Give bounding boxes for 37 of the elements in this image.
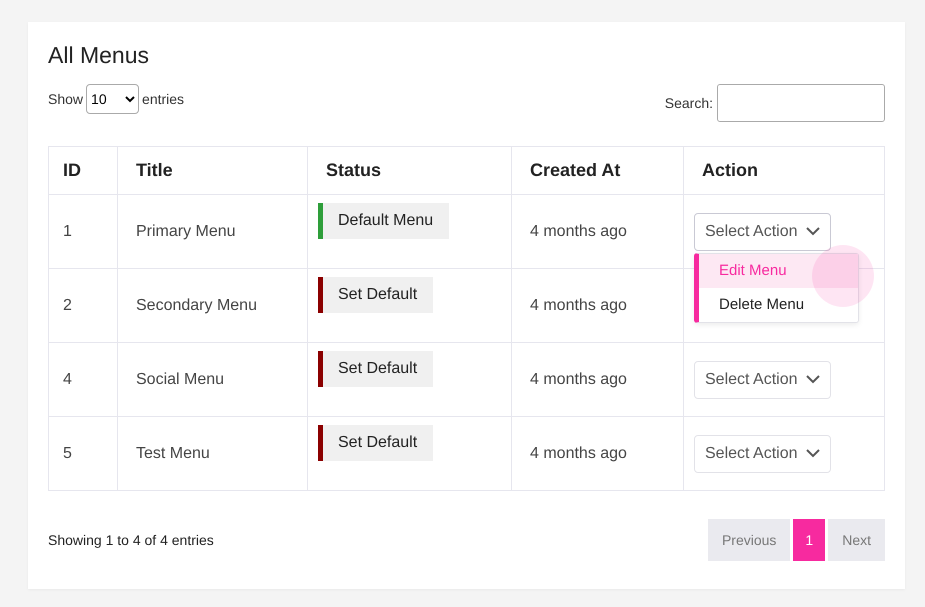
table-cell: 4 months ago bbox=[512, 416, 684, 490]
status-button[interactable]: Set Default bbox=[318, 425, 434, 461]
column-header: ID bbox=[48, 146, 118, 194]
status-button[interactable]: Set Default bbox=[318, 351, 434, 387]
table-cell: 4 months ago bbox=[512, 268, 684, 342]
entries-label: entries bbox=[142, 91, 184, 107]
entries-info: Showing 1 to 4 of 4 entries bbox=[48, 532, 214, 548]
table-cell: Secondary Menu bbox=[118, 268, 308, 342]
page-title: All Menus bbox=[48, 42, 150, 70]
table-cell: Primary Menu bbox=[118, 194, 308, 268]
show-label: Show bbox=[48, 91, 84, 107]
chevron-down-icon bbox=[806, 375, 820, 384]
table-cell: 4 months ago bbox=[512, 342, 684, 416]
page-button[interactable]: Previous bbox=[708, 519, 790, 561]
table-cell: Social Menu bbox=[118, 342, 308, 416]
table-cell: 4 months ago bbox=[512, 194, 684, 268]
status-button[interactable]: Set Default bbox=[318, 277, 434, 313]
action-select[interactable]: Select Action bbox=[694, 434, 830, 472]
table-cell: 4 bbox=[48, 342, 118, 416]
column-header: Status bbox=[308, 146, 512, 194]
page-button[interactable]: 1 bbox=[793, 519, 826, 561]
table-cell: Test Menu bbox=[118, 416, 308, 490]
status-button[interactable]: Default Menu bbox=[318, 203, 450, 239]
table-cell: 1 bbox=[48, 194, 118, 268]
chevron-down-icon bbox=[806, 449, 820, 458]
column-header: Action bbox=[684, 146, 884, 194]
table-cell: 2 bbox=[48, 268, 118, 342]
entries-select[interactable]: 10 bbox=[86, 84, 140, 114]
action-select[interactable]: Select Action bbox=[694, 360, 830, 398]
action-select[interactable]: Select Action bbox=[694, 212, 830, 250]
search-field[interactable] bbox=[717, 84, 885, 122]
column-header: Created At bbox=[512, 146, 684, 194]
table-cell: 5 bbox=[48, 416, 118, 490]
page-button[interactable]: Next bbox=[828, 519, 885, 561]
search-label: Search: bbox=[664, 95, 713, 111]
chevron-down-icon bbox=[806, 227, 820, 236]
column-header: Title bbox=[118, 146, 308, 194]
